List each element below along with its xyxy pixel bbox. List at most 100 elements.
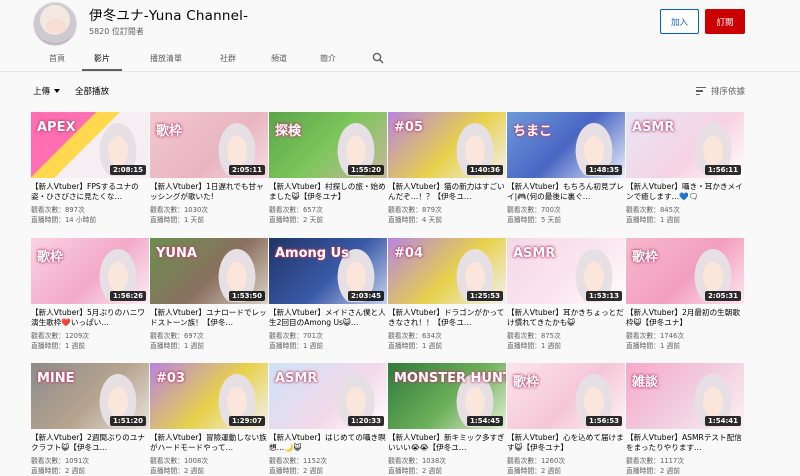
stream-time: 直播時間：1 週前 <box>31 342 86 350</box>
search-icon[interactable] <box>372 52 384 64</box>
view-count: 觀看次數：697次 <box>150 332 204 340</box>
video-thumbnail[interactable]: MONSTER HUNTER 1:54:45 <box>388 363 506 429</box>
play-all-button[interactable]: 全部播放 <box>75 85 109 97</box>
thumbnail-caption: MINE <box>37 371 75 386</box>
video-title[interactable]: 【新人Vtuber】5月ぶりのハニワ演生歌枠❤️いっぱい… <box>31 308 149 328</box>
video-thumbnail[interactable]: #03 1:29:07 <box>150 363 268 429</box>
video-thumbnail[interactable]: 歌枠 2:05:31 <box>626 238 744 304</box>
video-title[interactable]: 【新人Vtuber】村探しの旅・始めました😺【伊冬ユナ】 <box>269 182 387 202</box>
video-title[interactable]: 【新人Vtuber】もちろん初見プレイ|🎮(何の最後に裏ぐ… <box>507 182 625 202</box>
stream-time: 直播時間：2 週前 <box>269 467 324 475</box>
video-thumbnail[interactable]: ASMR 1:56:11 <box>626 112 744 178</box>
video-duration: 1:54:41 <box>705 416 741 426</box>
video-meta: 觀看次數：634次 直播時間：1 週前 <box>388 331 442 351</box>
stream-time: 直播時間：2 週前 <box>507 467 562 475</box>
stream-time: 直播時間：1 週前 <box>150 342 205 350</box>
thumbnail-caption: YUNA <box>156 246 197 261</box>
stream-time: 直播時間：14 小時前 <box>31 216 97 224</box>
thumbnail-caption: #05 <box>394 120 423 135</box>
video-thumbnail[interactable]: 探検 1:55:20 <box>269 112 387 178</box>
tab-playlists[interactable]: 播放清單 <box>150 53 182 64</box>
sort-button[interactable]: 排序依據 <box>696 85 745 97</box>
tab-about[interactable]: 簡介 <box>320 53 336 64</box>
video-duration: 1:53:13 <box>586 291 622 301</box>
video-title[interactable]: 【新人Vtuber】FPSするユナの姿・ひさびさに見たくな… <box>31 182 149 202</box>
channel-avatar[interactable] <box>33 2 77 46</box>
view-count: 觀看次數：1117次 <box>626 457 685 465</box>
video-title[interactable]: 【新人Vtuber】冒險運動しない族がハードモードやって… <box>150 433 268 453</box>
thumbnail-caption: 歌枠 <box>513 375 540 390</box>
video-thumbnail[interactable]: ASMR 1:53:13 <box>507 238 625 304</box>
tab-home[interactable]: 首頁 <box>49 53 65 64</box>
view-count: 觀看次數：701次 <box>269 332 323 340</box>
video-thumbnail[interactable]: 歌枠 1:56:26 <box>31 238 149 304</box>
video-thumbnail[interactable]: ちまこ 1:48:35 <box>507 112 625 178</box>
video-title[interactable]: 【新人Vtuber】2月最初の生朝歌枠😺【伊冬ユナ】 <box>626 308 744 328</box>
video-duration: 1:25:53 <box>467 291 503 301</box>
video-duration: 2:03:45 <box>348 291 384 301</box>
video-duration: 1:48:35 <box>586 165 622 175</box>
video-title[interactable]: 【新人Vtuber】ドラゴンがかってきなされ！！【伊冬ユ… <box>388 308 506 328</box>
stream-time: 直播時間：1 週前 <box>626 216 681 224</box>
upload-filter[interactable]: 上傳 <box>33 85 61 97</box>
channel-tabs: 首頁 影片 播放清單 社群 頻道 簡介 <box>0 48 800 72</box>
video-thumbnail[interactable]: #05 1:40:36 <box>388 112 506 178</box>
video-title[interactable]: 【新人Vtuber】ユナロードでレッドストーン族！【伊冬… <box>150 308 268 328</box>
view-count: 觀看次數：1152次 <box>269 457 328 465</box>
tab-videos[interactable]: 影片 <box>94 53 110 64</box>
view-count: 觀看次數：657次 <box>269 206 323 214</box>
video-thumbnail[interactable]: 雑談 1:54:41 <box>626 363 744 429</box>
video-meta: 觀看次數：1038次 直播時間：2 週前 <box>388 456 446 476</box>
video-title[interactable]: 【新人Vtuber】囁き・耳かきメインで癒します…💙🗨 <box>626 182 744 202</box>
video-duration: 2:05:11 <box>229 165 265 175</box>
view-count: 觀看次數：1038次 <box>388 457 447 465</box>
thumbnail-caption: ASMR <box>513 246 556 261</box>
video-duration: 1:51:20 <box>110 416 146 426</box>
view-count: 觀看次數：634次 <box>388 332 442 340</box>
video-title[interactable]: 【新人Vtuber】ASMRテスト配信をまったりやります… <box>626 433 744 453</box>
stream-time: 直播時間：5 天前 <box>507 216 562 224</box>
thumbnail-caption: 歌枠 <box>156 124 183 139</box>
video-thumbnail[interactable]: APEX 2:08:15 <box>31 112 149 178</box>
tab-channels[interactable]: 頻道 <box>271 53 287 64</box>
video-title[interactable]: 【新人Vtuber】メイドさん僕と人生2回目のAmong Us😺… <box>269 308 387 328</box>
view-count: 觀看次數：845次 <box>626 206 680 214</box>
video-thumbnail[interactable]: 歌枠 1:56:53 <box>507 363 625 429</box>
video-meta: 觀看次數：1209次 直播時間：1 週前 <box>31 331 89 351</box>
stream-time: 直播時間：2 週前 <box>626 467 681 475</box>
video-title[interactable]: 【新人Vtuber】2週間ぶりのユナクラフト😺【伊冬ユ… <box>31 433 149 453</box>
video-thumbnail[interactable]: #04 1:25:53 <box>388 238 506 304</box>
channel-name: 伊冬ユナ-Yuna Channel- <box>89 8 249 24</box>
thumbnail-caption: MONSTER HUNTER <box>394 371 506 386</box>
video-meta: 觀看次數：1030次 直播時間：1 天前 <box>150 205 208 225</box>
video-title[interactable]: 【新人Vtuber】はじめての囁き瞑想…🌙😺 <box>269 433 387 453</box>
video-meta: 觀看次數：845次 直播時間：1 週前 <box>626 205 680 225</box>
video-thumbnail[interactable]: 歌枠 2:05:11 <box>150 112 268 178</box>
stream-time: 直播時間：1 週前 <box>269 342 324 350</box>
video-thumbnail[interactable]: ASMR 1:20:33 <box>269 363 387 429</box>
video-meta: 觀看次數：1091次 直播時間：2 週前 <box>31 456 89 476</box>
thumbnail-caption: ASMR <box>632 120 675 135</box>
video-meta: 觀看次數：1260次 直播時間：2 週前 <box>507 456 565 476</box>
stream-time: 直播時間：2 週前 <box>31 467 86 475</box>
video-duration: 1:54:45 <box>467 416 503 426</box>
video-title[interactable]: 【新人Vtuber】猫の新力はすごいんだぞ…！？【伊冬ユ… <box>388 182 506 202</box>
video-thumbnail[interactable]: Among Us 2:03:45 <box>269 238 387 304</box>
video-thumbnail[interactable]: YUNA 1:53:50 <box>150 238 268 304</box>
video-thumbnail[interactable]: MINE 1:51:20 <box>31 363 149 429</box>
video-duration: 1:29:07 <box>229 416 265 426</box>
video-title[interactable]: 【新人Vtuber】耳かきちょっとだけ慣れてきたかも😺 <box>507 308 625 328</box>
video-title[interactable]: 【新人Vtuber】1日遅れでも甘ャッシングが歌いた! <box>150 182 268 202</box>
video-duration: 1:40:36 <box>467 165 503 175</box>
join-button[interactable]: 加入 <box>660 9 699 34</box>
thumbnail-caption: ちまこ <box>513 124 553 139</box>
subscribe-button[interactable]: 訂閱 <box>705 9 745 34</box>
video-title[interactable]: 【新人Vtuber】心を込めて届けます😺【伊冬ユナ】 <box>507 433 625 453</box>
view-count: 觀看次數：1030次 <box>150 206 209 214</box>
video-title[interactable]: 【新人Vtuber】新キミック多すぎいいい😭😭【伊冬ユ… <box>388 433 506 453</box>
tab-community[interactable]: 社群 <box>220 53 236 64</box>
video-meta: 觀看次數：879次 直播時間：4 天前 <box>388 205 442 225</box>
view-count: 觀看次數：1091次 <box>31 457 90 465</box>
stream-time: 直播時間：2 天前 <box>269 216 324 224</box>
view-count: 觀看次數：875次 <box>507 332 561 340</box>
